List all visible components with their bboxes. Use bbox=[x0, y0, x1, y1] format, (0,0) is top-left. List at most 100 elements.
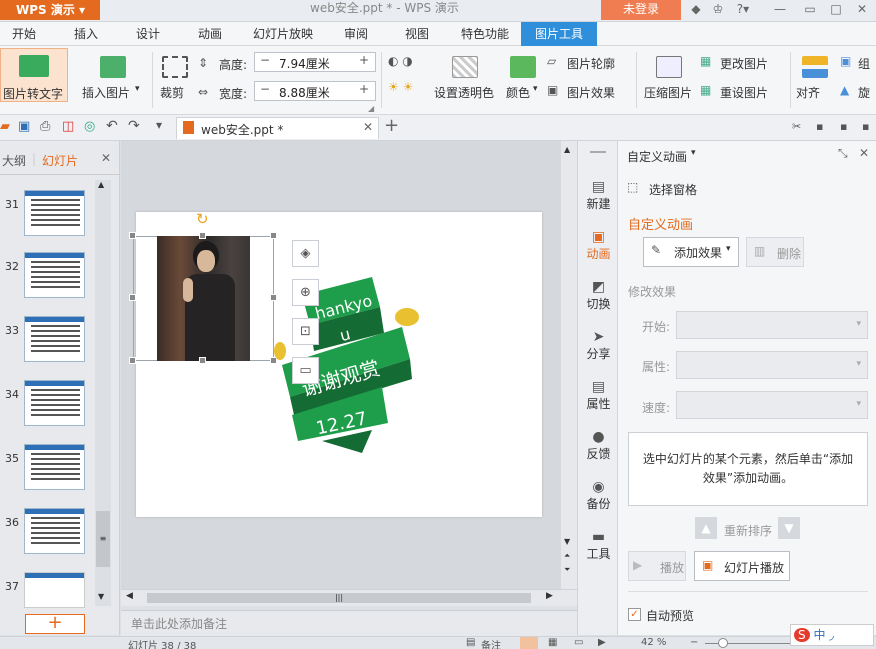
slide-thumbnail[interactable] bbox=[24, 444, 85, 490]
sidebar-item-tools[interactable]: ▬ 工具 bbox=[578, 529, 619, 562]
transparent-color-button[interactable]: 设置透明色 bbox=[432, 48, 496, 102]
thank-you-ribbon-graphic[interactable]: hankyo u 谢谢观赏 12.27 bbox=[262, 255, 442, 455]
prev-slide-icon[interactable]: ⏶ bbox=[564, 551, 570, 561]
tab-review[interactable]: 审阅 bbox=[344, 22, 368, 46]
notes-toggle[interactable]: 备注 bbox=[481, 637, 501, 649]
sidebar-item-share[interactable]: ➤ 分享 bbox=[578, 329, 619, 362]
reading-view-icon[interactable]: ▭ bbox=[574, 637, 583, 648]
hscroll-thumb[interactable]: ||| bbox=[147, 593, 531, 603]
align-button[interactable]: 对齐 bbox=[796, 48, 836, 102]
replace-image-button[interactable]: ▭ bbox=[292, 357, 319, 384]
tab-special[interactable]: 特色功能 bbox=[461, 22, 509, 46]
tab-picture-tools[interactable]: 图片工具 bbox=[521, 22, 598, 46]
document-tab[interactable]: web安全.ppt * ✕ bbox=[176, 117, 379, 139]
window-min-icon[interactable]: ▪ bbox=[816, 120, 823, 133]
window-close-icon[interactable]: ▪ bbox=[862, 120, 869, 133]
notes-area[interactable]: 单击此处添加备注 bbox=[121, 610, 577, 636]
add-slide-button[interactable]: + bbox=[25, 614, 85, 634]
panel-header-dropdown-icon[interactable]: ▾ bbox=[691, 148, 696, 158]
redo-icon[interactable]: ↷ bbox=[128, 118, 140, 134]
scroll-up-icon[interactable]: ▲ bbox=[98, 180, 104, 189]
tab-insert[interactable]: 插入 bbox=[74, 22, 98, 46]
zoom-out-icon[interactable]: − bbox=[690, 637, 698, 648]
resize-handle[interactable] bbox=[199, 232, 206, 239]
crop-button[interactable]: 裁剪 bbox=[157, 48, 191, 102]
resize-handle[interactable] bbox=[270, 232, 277, 239]
rotate-handle-icon[interactable]: ↻ bbox=[196, 210, 209, 228]
login-button[interactable]: 未登录 bbox=[601, 0, 681, 20]
close-icon[interactable]: ✕ bbox=[852, 0, 872, 20]
add-effect-button[interactable]: ✎ 添加效果 ▾ bbox=[643, 237, 739, 267]
minimize-icon[interactable]: — bbox=[770, 0, 790, 20]
shirt-icon[interactable]: ♔ bbox=[708, 0, 728, 20]
height-increase-button[interactable]: + bbox=[359, 53, 369, 67]
next-slide-icon[interactable]: ⏷ bbox=[564, 565, 570, 575]
sidebar-item-property[interactable]: ▤ 属性 bbox=[578, 379, 619, 412]
start-select[interactable]: ▾ bbox=[676, 311, 868, 339]
group-button[interactable]: 组 bbox=[858, 55, 870, 72]
delete-button[interactable]: ▥ 删除 bbox=[746, 237, 804, 267]
width-field[interactable]: − 8.88厘米 + bbox=[254, 81, 376, 101]
scroll-down-icon[interactable]: ▼ bbox=[98, 592, 104, 601]
reset-picture-button[interactable]: 重设图片 bbox=[720, 84, 768, 101]
canvas-hscroll[interactable]: ◀ ||| ▶ bbox=[121, 589, 577, 606]
move-up-icon[interactable]: ▲ bbox=[695, 517, 717, 539]
resize-handle[interactable] bbox=[129, 294, 136, 301]
save-icon[interactable]: ▣ bbox=[18, 119, 30, 134]
pic2text-button[interactable]: 图片转文字 bbox=[0, 48, 68, 102]
open-icon[interactable]: ▰ bbox=[0, 119, 10, 134]
skin-icon[interactable]: ◆ bbox=[686, 0, 706, 20]
brightness-icon[interactable]: ☀ ☀ bbox=[388, 80, 413, 94]
height-decrease-button[interactable]: − bbox=[260, 53, 270, 67]
dialog-launcher-icon[interactable]: ◢ bbox=[368, 104, 374, 113]
slide-thumbnail[interactable] bbox=[24, 508, 85, 554]
pdf-icon[interactable]: ◫ bbox=[62, 119, 74, 134]
resize-handle[interactable] bbox=[129, 232, 136, 239]
app-name[interactable]: WPS 演示 bbox=[16, 3, 75, 17]
scroll-up-icon[interactable]: ▲ bbox=[564, 145, 570, 154]
app-menu-button[interactable]: WPS 演示 ▾ bbox=[0, 0, 100, 20]
window-restore-icon[interactable]: ▪ bbox=[840, 120, 847, 133]
tab-view[interactable]: 视图 bbox=[405, 22, 429, 46]
new-tab-icon[interactable]: + bbox=[384, 115, 399, 136]
move-down-icon[interactable]: ▼ bbox=[778, 517, 800, 539]
restore-icon[interactable]: ▭ bbox=[800, 0, 820, 20]
sidebar-item-backup[interactable]: ◉ 备份 bbox=[578, 479, 619, 512]
slide-thumbnail[interactable] bbox=[24, 380, 85, 426]
slide-thumbnail[interactable] bbox=[24, 190, 85, 236]
ime-toolbar[interactable]: S 中 ◞ bbox=[790, 624, 874, 646]
canvas-vscroll[interactable]: ▲ ▼ ⏶ ⏷ bbox=[561, 141, 577, 589]
print-icon[interactable]: ⎙ bbox=[40, 119, 50, 134]
panel-close-icon[interactable]: ✕ bbox=[859, 146, 869, 160]
autopreview-checkbox[interactable]: ✓ bbox=[628, 608, 641, 621]
change-picture-button[interactable]: 更改图片 bbox=[720, 55, 768, 72]
customize-icon[interactable]: ▾ bbox=[156, 118, 162, 132]
select-pane-link[interactable]: 选择窗格 bbox=[649, 181, 697, 198]
height-field[interactable]: − 7.94厘米 + bbox=[254, 52, 376, 72]
play-button[interactable]: ▶ 播放 bbox=[628, 551, 686, 581]
zoom-slider-thumb[interactable] bbox=[718, 638, 728, 648]
undock-icon[interactable]: ⤡ bbox=[838, 146, 848, 161]
scroll-thumb[interactable]: ≡ bbox=[96, 511, 110, 567]
property-select[interactable]: ▾ bbox=[676, 351, 868, 379]
slideshow-button[interactable]: ▣ 幻灯片播放 bbox=[694, 551, 790, 581]
zoom-image-button[interactable]: ⊕ bbox=[292, 279, 319, 306]
rotate-button[interactable]: 旋 bbox=[858, 84, 870, 101]
width-increase-button[interactable]: + bbox=[359, 82, 369, 96]
sidebar-item-feedback[interactable]: ● 反馈 bbox=[578, 429, 619, 462]
resize-handle[interactable] bbox=[129, 357, 136, 364]
tab-slideshow[interactable]: 幻灯片放映 bbox=[253, 22, 313, 46]
width-decrease-button[interactable]: − bbox=[260, 82, 270, 96]
contrast-icon[interactable]: ◐ ◑ bbox=[388, 54, 413, 68]
slides-scrollbar[interactable]: ▲ ≡ ▼ bbox=[95, 180, 111, 606]
layer-button[interactable]: ◈ bbox=[292, 240, 319, 267]
close-tab-icon[interactable]: ✕ bbox=[363, 120, 373, 134]
sorter-view-icon[interactable]: ▦ bbox=[548, 637, 557, 648]
close-panel-icon[interactable]: ✕ bbox=[101, 151, 111, 165]
picture-effect-button[interactable]: 图片效果 bbox=[567, 84, 615, 101]
tab-design[interactable]: 设计 bbox=[136, 22, 160, 46]
tab-slides[interactable]: 幻灯片 bbox=[42, 152, 78, 169]
play-icon[interactable]: ▶ bbox=[598, 637, 606, 648]
normal-view-icon[interactable] bbox=[520, 637, 538, 649]
sidebar-item-new[interactable]: ▤ 新建 bbox=[578, 179, 619, 212]
